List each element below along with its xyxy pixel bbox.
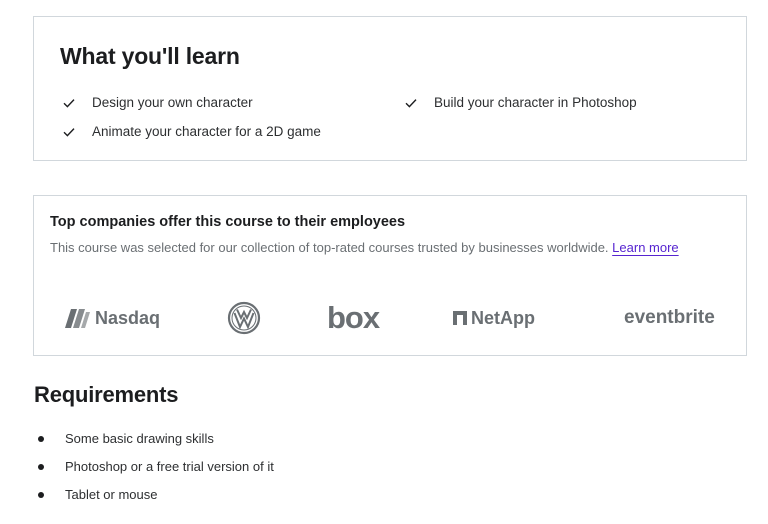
learn-item-label: Animate your character for a 2D game — [92, 124, 321, 139]
learn-more-link[interactable]: Learn more — [612, 240, 678, 255]
requirements-title: Requirements — [34, 382, 179, 407]
box-wordmark: box — [327, 300, 380, 335]
checkmark-icon — [62, 125, 76, 139]
companies-title: Top companies offer this course to their… — [50, 214, 406, 230]
top-companies-card: Top companies offer this course to their… — [33, 195, 747, 356]
requirement-label: Tablet or mouse — [65, 487, 158, 502]
learn-item-label: Build your character in Photoshop — [434, 95, 637, 110]
nasdaq-mark-icon — [65, 309, 90, 328]
checkmark-icon — [404, 96, 418, 110]
learn-item: Design your own character — [62, 95, 253, 110]
learn-title: What you'll learn — [60, 43, 240, 69]
box-logo: box — [327, 298, 380, 338]
netapp-mark-icon — [453, 311, 467, 325]
companies-description-text: This course was selected for our collect… — [50, 240, 609, 255]
requirement-label: Photoshop or a free trial version of it — [65, 459, 274, 474]
checkmark-icon — [62, 96, 76, 110]
requirement-label: Some basic drawing skills — [65, 431, 214, 446]
what-youll-learn-card: What you'll learn Design your own charac… — [33, 16, 747, 161]
requirement-item: Tablet or mouse — [38, 487, 158, 502]
volkswagen-emblem-icon — [227, 301, 261, 335]
learn-item: Animate your character for a 2D game — [62, 124, 321, 139]
requirement-item: Some basic drawing skills — [38, 431, 214, 446]
learn-item: Build your character in Photoshop — [404, 95, 637, 110]
nasdaq-logo: Nasdaq — [62, 298, 160, 338]
bullet-icon — [38, 463, 44, 470]
netapp-logo: NetApp — [453, 298, 535, 338]
volkswagen-logo — [227, 298, 261, 338]
company-logos: Nasdaq box NetApp eventbrite — [34, 298, 746, 338]
learn-item-label: Design your own character — [92, 95, 253, 110]
eventbrite-wordmark: eventbrite — [624, 307, 715, 328]
bullet-icon — [38, 491, 44, 498]
bullet-icon — [38, 435, 44, 442]
eventbrite-logo: eventbrite — [624, 298, 715, 338]
requirement-item: Photoshop or a free trial version of it — [38, 459, 274, 474]
companies-description: This course was selected for our collect… — [50, 238, 710, 257]
netapp-wordmark: NetApp — [471, 307, 535, 328]
nasdaq-wordmark: Nasdaq — [95, 307, 161, 328]
